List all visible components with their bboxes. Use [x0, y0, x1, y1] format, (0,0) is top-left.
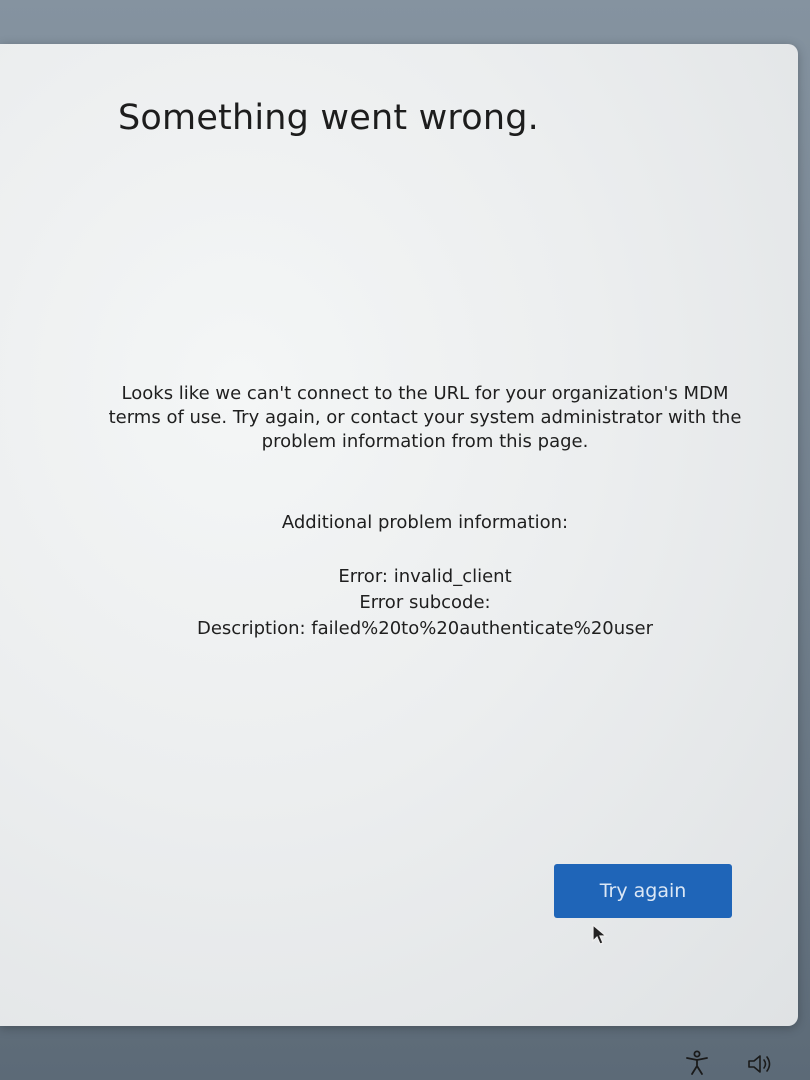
- additional-info-heading: Additional problem information:: [281, 512, 569, 533]
- error-details: Error: invalid_client Error subcode: Des…: [100, 564, 750, 642]
- error-code-line: Error: invalid_client: [338, 566, 512, 587]
- volume-icon[interactable]: [746, 1052, 776, 1076]
- error-subcode-line: Error subcode:: [359, 592, 491, 613]
- page-title: Something went wrong.: [118, 98, 539, 138]
- accessibility-icon[interactable]: [684, 1050, 710, 1076]
- screen-background: Something went wrong. Looks like we can'…: [0, 0, 810, 1080]
- try-again-button[interactable]: Try again: [554, 864, 732, 918]
- mouse-cursor-icon: [592, 924, 608, 945]
- error-description-line: Description: failed%20to%20authenticate%…: [196, 618, 654, 639]
- error-message: Looks like we can't connect to the URL f…: [108, 383, 742, 452]
